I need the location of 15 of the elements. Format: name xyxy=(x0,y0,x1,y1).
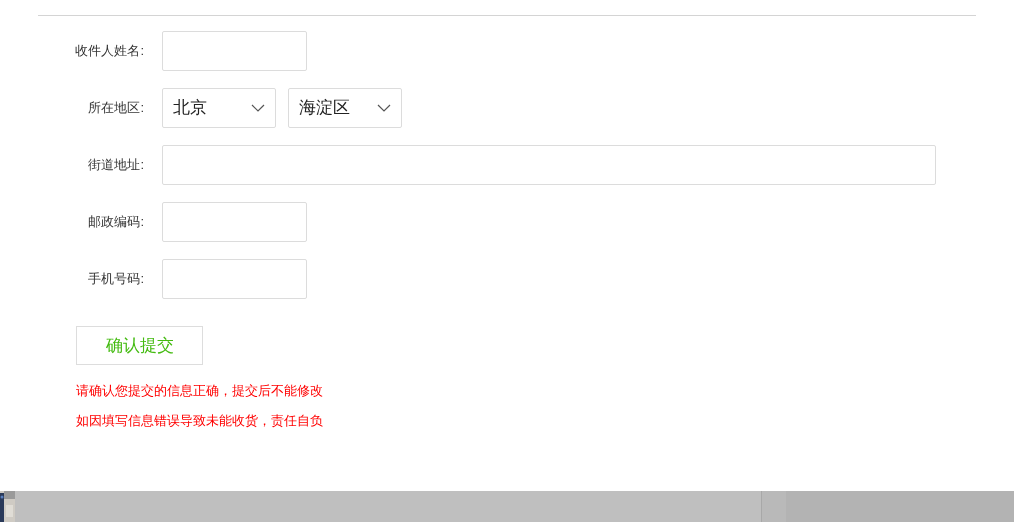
dropdown[interactable]: 海淀区 xyxy=(288,88,402,128)
input-field[interactable] xyxy=(162,31,307,71)
field-label: 所在地区: xyxy=(88,100,144,116)
warning-text: 请确认您提交的信息正确，提交后不能修改 xyxy=(76,382,324,400)
field-label: 邮政编码: xyxy=(88,214,144,230)
chevron-down-icon xyxy=(377,104,391,112)
field-label: 手机号码: xyxy=(88,271,144,287)
input-field[interactable] xyxy=(162,145,936,185)
chevron-down-icon xyxy=(251,104,265,112)
field-label: 收件人姓名: xyxy=(75,43,144,59)
warning-text: 如因填写信息错误导致未能收货，责任自负 xyxy=(76,412,324,430)
field-label: 街道地址: xyxy=(88,157,144,173)
input-field[interactable] xyxy=(162,259,307,299)
input-field[interactable] xyxy=(162,202,307,242)
dropdown[interactable]: 北京 xyxy=(162,88,276,128)
